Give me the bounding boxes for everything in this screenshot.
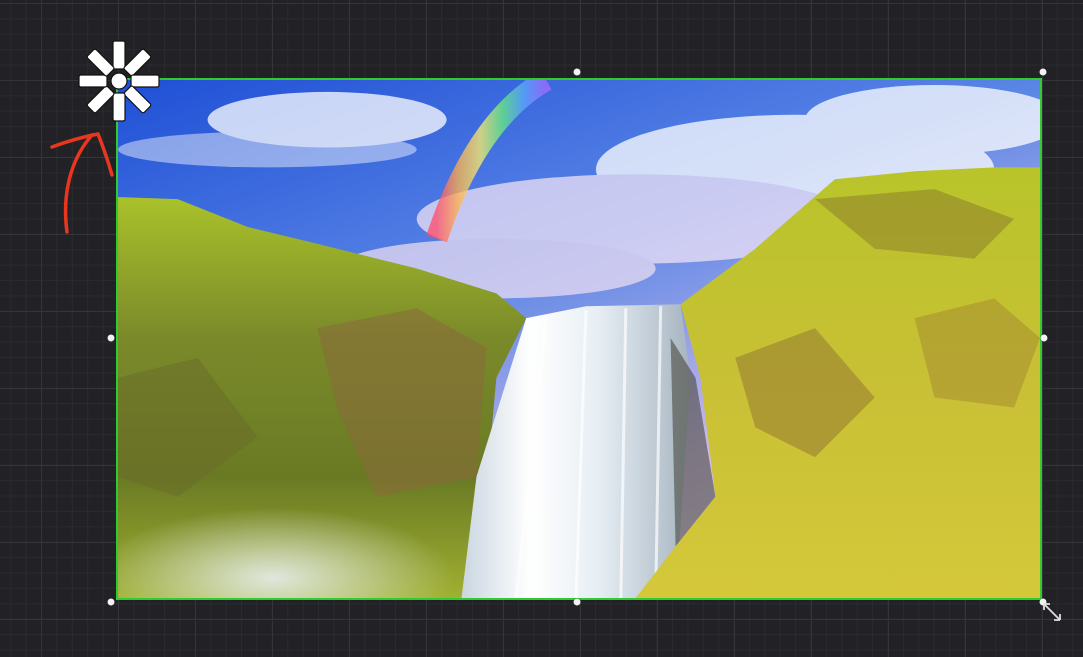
resize-handle-bottom[interactable] — [573, 598, 581, 606]
rotate-icon[interactable] — [78, 40, 160, 122]
resize-handle-left[interactable] — [107, 334, 115, 342]
selected-image[interactable] — [116, 78, 1042, 600]
waterfall-photo — [118, 80, 1040, 598]
resize-handle-right[interactable] — [1040, 334, 1048, 342]
red-arrow-annotation-icon — [50, 132, 114, 234]
diagonal-resize-icon[interactable] — [1040, 600, 1064, 624]
editor-canvas[interactable] — [0, 0, 1083, 657]
resize-handle-top-right[interactable] — [1039, 68, 1047, 76]
resize-handle-bottom-left[interactable] — [107, 598, 115, 606]
resize-handle-top[interactable] — [573, 68, 581, 76]
mist — [118, 397, 636, 598]
